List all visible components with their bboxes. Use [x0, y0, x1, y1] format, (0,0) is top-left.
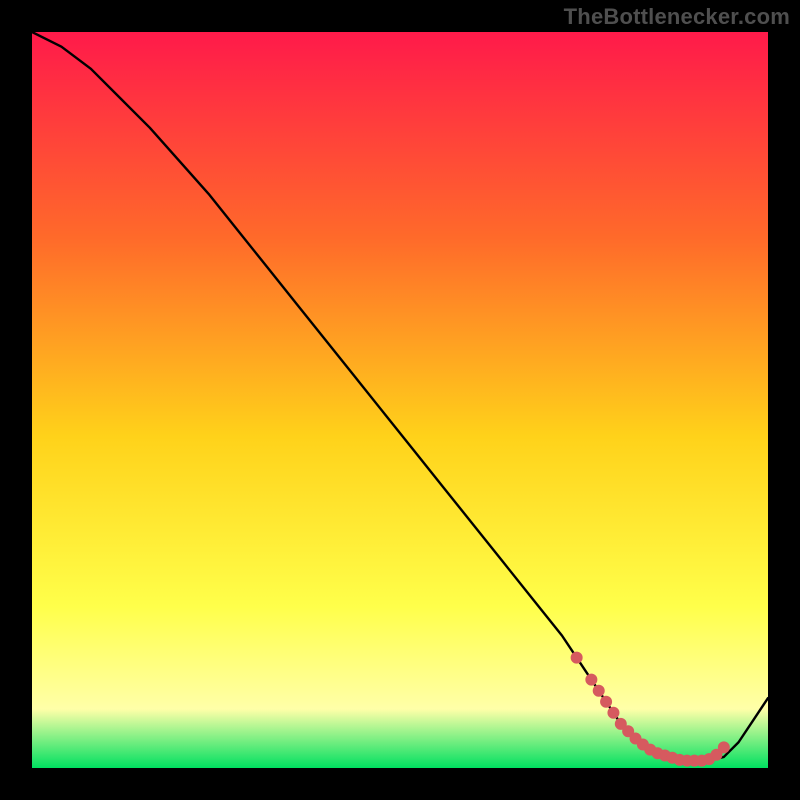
chart-outer-frame: TheBottlenecker.com [0, 0, 800, 800]
marker-dot [593, 685, 604, 696]
plot-svg [32, 32, 768, 768]
plot-area [32, 32, 768, 768]
marker-dot [586, 674, 597, 685]
marker-dot [608, 707, 619, 718]
attribution-label: TheBottlenecker.com [564, 4, 790, 30]
marker-dot [571, 652, 582, 663]
marker-dot [718, 742, 729, 753]
marker-dot [601, 696, 612, 707]
gradient-background [32, 32, 768, 768]
